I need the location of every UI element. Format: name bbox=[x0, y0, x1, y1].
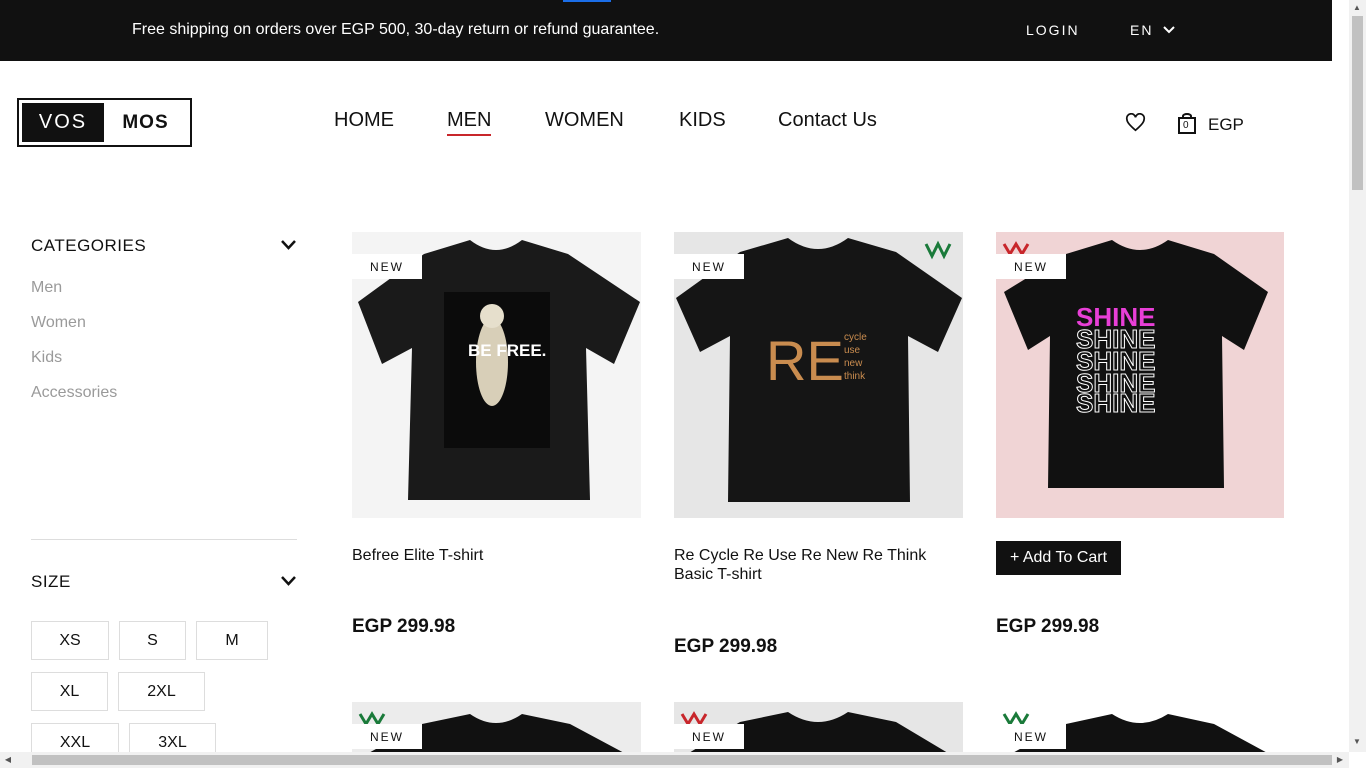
nav-kids[interactable]: KIDS bbox=[679, 109, 726, 132]
size-option-xs[interactable]: XS bbox=[31, 621, 109, 660]
category-accessories[interactable]: Accessories bbox=[31, 384, 117, 402]
new-badge: NEW bbox=[352, 724, 422, 749]
brand-mark-icon bbox=[358, 711, 386, 727]
size-title[interactable]: SIZE bbox=[31, 572, 71, 592]
nav-women[interactable]: WOMEN bbox=[545, 109, 624, 132]
nav-men[interactable]: MEN bbox=[447, 109, 492, 136]
chevron-down-icon[interactable] bbox=[281, 240, 296, 250]
cart-count: 0 bbox=[1183, 120, 1189, 131]
product-image[interactable]: NEW bbox=[996, 702, 1284, 752]
scroll-left-icon[interactable]: ◀ bbox=[4, 756, 12, 764]
print-re-word: think bbox=[844, 371, 866, 382]
product-price: EGP 299.98 bbox=[352, 616, 456, 637]
print-befree-text: BE FREE. bbox=[468, 341, 546, 360]
language-label: EN bbox=[1130, 22, 1154, 38]
sidebar-divider bbox=[31, 539, 297, 540]
shipping-notice: Free shipping on orders over EGP 500, 30… bbox=[132, 21, 660, 38]
currency-label[interactable]: EGP bbox=[1208, 115, 1244, 135]
size-option-m[interactable]: M bbox=[196, 621, 268, 660]
print-re-word: new bbox=[844, 358, 863, 369]
logo-vos: VOS bbox=[22, 103, 104, 142]
chevron-down-icon[interactable] bbox=[281, 576, 296, 586]
login-link[interactable]: LOGIN bbox=[1026, 22, 1080, 38]
brand-mark-icon bbox=[1002, 241, 1030, 257]
scroll-right-icon[interactable]: ▶ bbox=[1336, 756, 1344, 764]
tab-indicator bbox=[563, 0, 611, 2]
brand-mark-icon bbox=[924, 240, 952, 260]
logo-mos: MOS bbox=[122, 111, 169, 133]
scrollbar-thumb[interactable] bbox=[1352, 16, 1363, 190]
new-badge: NEW bbox=[352, 254, 422, 279]
print-shine-text: SHINE bbox=[1076, 388, 1155, 418]
site-logo[interactable]: VOS MOS bbox=[17, 98, 192, 147]
print-re-word: use bbox=[844, 345, 861, 356]
brand-mark-icon bbox=[1002, 711, 1030, 727]
product-name[interactable]: Befree Elite T-shirt bbox=[352, 546, 641, 565]
new-badge: NEW bbox=[996, 724, 1066, 749]
product-price: EGP 299.98 bbox=[996, 616, 1100, 637]
cart-button[interactable]: 0 bbox=[1177, 113, 1197, 134]
product-image[interactable]: SHINE SHINE SHINE SHINE SHINE NEW bbox=[996, 232, 1284, 518]
vertical-scrollbar[interactable]: ▲ ▼ bbox=[1349, 0, 1366, 752]
add-to-cart-button[interactable]: + Add To Cart bbox=[996, 541, 1121, 575]
product-image[interactable]: RE cycle use new think NEW bbox=[674, 232, 963, 518]
product-image[interactable]: NEW bbox=[352, 702, 641, 752]
category-women[interactable]: Women bbox=[31, 314, 86, 332]
print-re-text: RE bbox=[766, 329, 844, 392]
language-selector[interactable]: EN bbox=[1130, 22, 1176, 38]
scroll-up-icon[interactable]: ▲ bbox=[1353, 4, 1361, 12]
print-re-word: cycle bbox=[844, 332, 867, 343]
size-option-xl[interactable]: XL bbox=[31, 672, 108, 711]
category-men[interactable]: Men bbox=[31, 279, 62, 297]
product-image[interactable]: NEW bbox=[674, 702, 963, 752]
nav-contact[interactable]: Contact Us bbox=[778, 109, 877, 132]
scroll-down-icon[interactable]: ▼ bbox=[1353, 738, 1361, 746]
category-kids[interactable]: Kids bbox=[31, 349, 62, 367]
nav-home[interactable]: HOME bbox=[334, 109, 394, 132]
new-badge: NEW bbox=[674, 724, 744, 749]
brand-mark-icon bbox=[680, 711, 708, 727]
new-badge: NEW bbox=[996, 254, 1066, 279]
size-option-2xl[interactable]: 2XL bbox=[118, 672, 205, 711]
new-badge: NEW bbox=[674, 254, 744, 279]
product-image[interactable]: BE FREE. NEW bbox=[352, 232, 641, 518]
scrollbar-thumb[interactable] bbox=[32, 755, 1332, 765]
announcement-bar: Free shipping on orders over EGP 500, 30… bbox=[0, 0, 1332, 61]
chevron-down-icon bbox=[1163, 26, 1176, 34]
categories-title[interactable]: CATEGORIES bbox=[31, 236, 146, 256]
product-name[interactable]: Re Cycle Re Use Re New Re Think Basic T-… bbox=[674, 546, 963, 584]
horizontal-scrollbar[interactable]: ◀ ▶ bbox=[0, 752, 1349, 768]
heart-icon[interactable] bbox=[1125, 113, 1146, 132]
size-option-s[interactable]: S bbox=[119, 621, 186, 660]
product-price: EGP 299.98 bbox=[674, 636, 778, 657]
